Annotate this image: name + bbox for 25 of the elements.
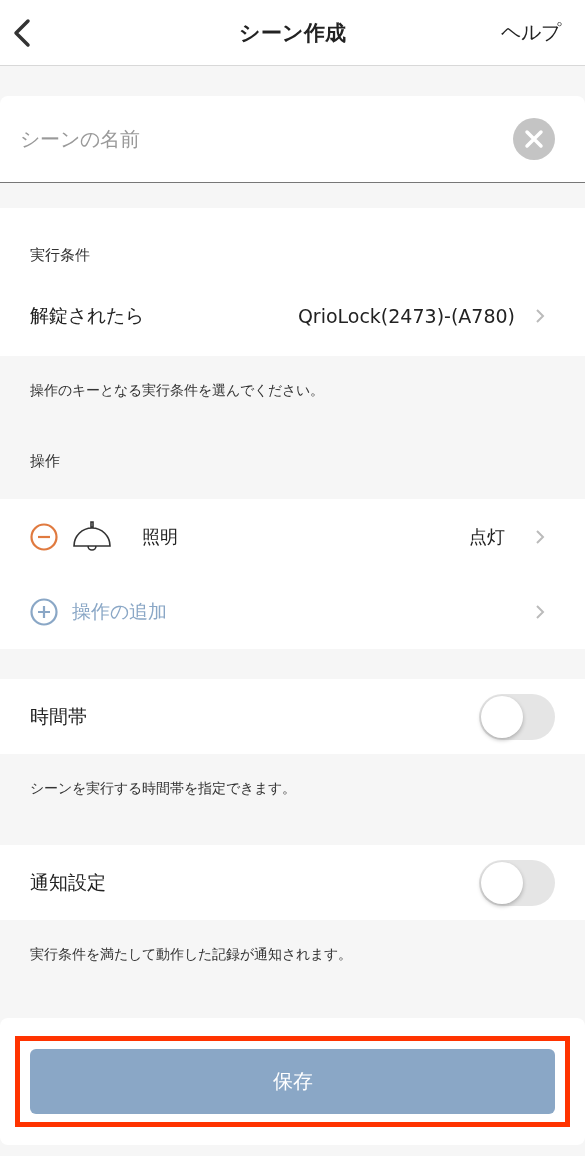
action-row[interactable]: 照明 点灯 [0,499,585,574]
chevron-right-icon [535,308,545,324]
setting-label: 時間帯 [30,703,88,729]
condition-row[interactable]: 解錠されたら QrioLock(2473)-(A780) [0,276,585,356]
chevron-right-icon [535,603,545,620]
screen-title: シーン作成 [239,19,346,47]
device-state: 点灯 [469,524,505,549]
add-icon [30,597,58,626]
setting-label: 通知設定 [30,869,107,895]
back-chevron-icon [12,17,32,48]
remove-icon[interactable] [30,522,58,551]
scene-name-field[interactable]: シーンの名前 [0,96,585,183]
condition-note: 操作のキーとなる実行条件を選んでください。 [29,381,325,400]
help-link[interactable]: ヘルプ [501,19,561,46]
device-name: 照明 [142,524,179,549]
chevron-right-icon [535,528,545,545]
toggle-switch[interactable] [479,693,555,740]
toggle-switch[interactable] [479,859,555,906]
back-button[interactable] [12,17,32,48]
setting-note: シーンを実行する時間帯を指定できます。 [29,779,297,798]
clear-icon[interactable] [513,118,555,160]
setting-note: 実行条件を満たして動作した記録が通知されます。 [29,945,353,964]
section-label: 操作 [29,451,61,472]
lamp-icon [72,520,112,553]
section-label: 実行条件 [29,245,91,266]
